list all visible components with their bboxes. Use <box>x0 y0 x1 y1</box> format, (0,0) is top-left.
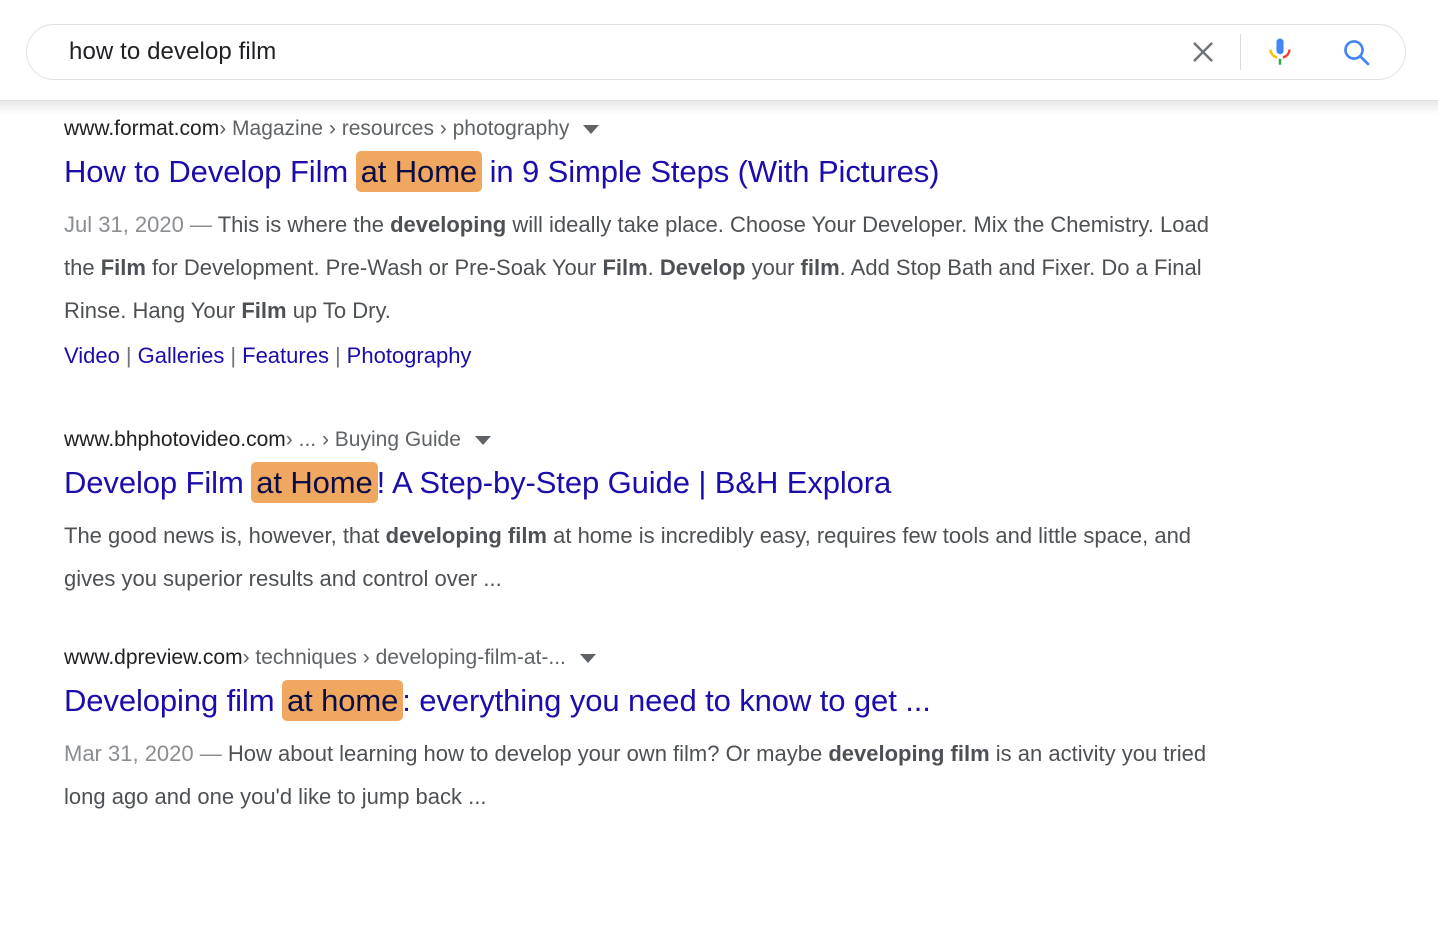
title-highlight: at Home <box>251 462 377 503</box>
result-sitelinks: Video|Galleries|Features|Photography <box>64 338 1264 374</box>
snippet-text: up To Dry. <box>287 298 391 323</box>
result-title-link[interactable]: Developing film at home: everything you … <box>64 680 1264 722</box>
snippet-keyword: Develop <box>660 255 746 280</box>
result-url-row[interactable]: www.dpreview.com › techniques › developi… <box>64 644 1264 672</box>
result-title-link[interactable]: How to Develop Film at Home in 9 Simple … <box>64 151 1264 193</box>
microphone-icon[interactable] <box>1257 29 1303 75</box>
search-results-list: www.format.com › Magazine › resources › … <box>0 115 1438 862</box>
snippet-keyword: Film <box>602 255 647 280</box>
result-domain: www.format.com <box>64 115 219 143</box>
close-icon[interactable] <box>1180 29 1226 75</box>
snippet-keyword: Film <box>101 255 146 280</box>
result-url-path: › techniques › developing-film-at-... <box>243 644 566 672</box>
search-input[interactable] <box>27 36 1180 68</box>
result-domain: www.dpreview.com <box>64 644 243 672</box>
title-text-before: How to Develop Film <box>64 154 357 189</box>
snippet-dash: — <box>194 741 228 766</box>
result-url-path: › Magazine › resources › photography <box>219 115 569 143</box>
search-header <box>0 0 1438 100</box>
snippet-body: This is where the developing will ideall… <box>64 212 1209 323</box>
snippet-keyword: developing film <box>386 523 547 548</box>
search-actions <box>1180 25 1405 79</box>
search-result: www.bhphotovideo.com › ... › Buying Guid… <box>64 426 1264 600</box>
search-result: www.format.com › Magazine › resources › … <box>64 115 1264 374</box>
title-text-before: Develop Film <box>64 465 252 500</box>
chevron-down-icon[interactable] <box>580 654 596 663</box>
sitelink[interactable]: Galleries <box>138 343 225 368</box>
title-highlight: at Home <box>356 151 482 192</box>
result-snippet: The good news is, however, that developi… <box>64 514 1244 600</box>
title-text-after: ! A Step-by-Step Guide | B&H Explora <box>377 465 892 500</box>
title-text-after: in 9 Simple Steps (With Pictures) <box>481 154 939 189</box>
title-text-before: Developing film <box>64 683 283 718</box>
snippet-text: The good news is, however, that <box>64 523 386 548</box>
search-result: www.dpreview.com › techniques › developi… <box>64 644 1264 818</box>
result-url-path: › ... › Buying Guide <box>286 426 461 454</box>
snippet-body: The good news is, however, that developi… <box>64 523 1191 591</box>
title-highlight: at home <box>282 680 403 721</box>
sitelink-separator: | <box>120 343 138 368</box>
snippet-text: . <box>648 255 660 280</box>
snippet-date: Jul 31, 2020 <box>64 212 184 237</box>
result-snippet: Mar 31, 2020 — How about learning how to… <box>64 732 1244 818</box>
sitelink[interactable]: Features <box>242 343 329 368</box>
snippet-keyword: Film <box>241 298 286 323</box>
chevron-down-icon[interactable] <box>583 125 599 134</box>
chevron-down-icon[interactable] <box>475 436 491 445</box>
title-text-after: : everything you need to know to get ... <box>402 683 931 718</box>
search-icon[interactable] <box>1333 29 1379 75</box>
snippet-date: Mar 31, 2020 <box>64 741 194 766</box>
snippet-keyword: film <box>801 255 840 280</box>
snippet-keyword: developing film <box>828 741 989 766</box>
snippet-dash: — <box>184 212 218 237</box>
header-shadow <box>0 101 1438 115</box>
vertical-divider <box>1240 34 1241 70</box>
search-box[interactable] <box>26 24 1406 80</box>
result-url-row[interactable]: www.bhphotovideo.com › ... › Buying Guid… <box>64 426 1264 454</box>
sitelink[interactable]: Video <box>64 343 120 368</box>
snippet-body: How about learning how to develop your o… <box>64 741 1206 809</box>
result-snippet: Jul 31, 2020 — This is where the develop… <box>64 203 1244 332</box>
snippet-text: This is where the <box>218 212 390 237</box>
sitelink-separator: | <box>224 343 242 368</box>
result-title-link[interactable]: Develop Film at Home! A Step-by-Step Gui… <box>64 462 1264 504</box>
sitelink[interactable]: Photography <box>347 343 472 368</box>
result-url-row[interactable]: www.format.com › Magazine › resources › … <box>64 115 1264 143</box>
snippet-text: your <box>746 255 801 280</box>
result-domain: www.bhphotovideo.com <box>64 426 286 454</box>
sitelink-separator: | <box>329 343 347 368</box>
snippet-keyword: developing <box>390 212 506 237</box>
snippet-text: for Development. Pre-Wash or Pre-Soak Yo… <box>146 255 603 280</box>
snippet-text: How about learning how to develop your o… <box>228 741 828 766</box>
